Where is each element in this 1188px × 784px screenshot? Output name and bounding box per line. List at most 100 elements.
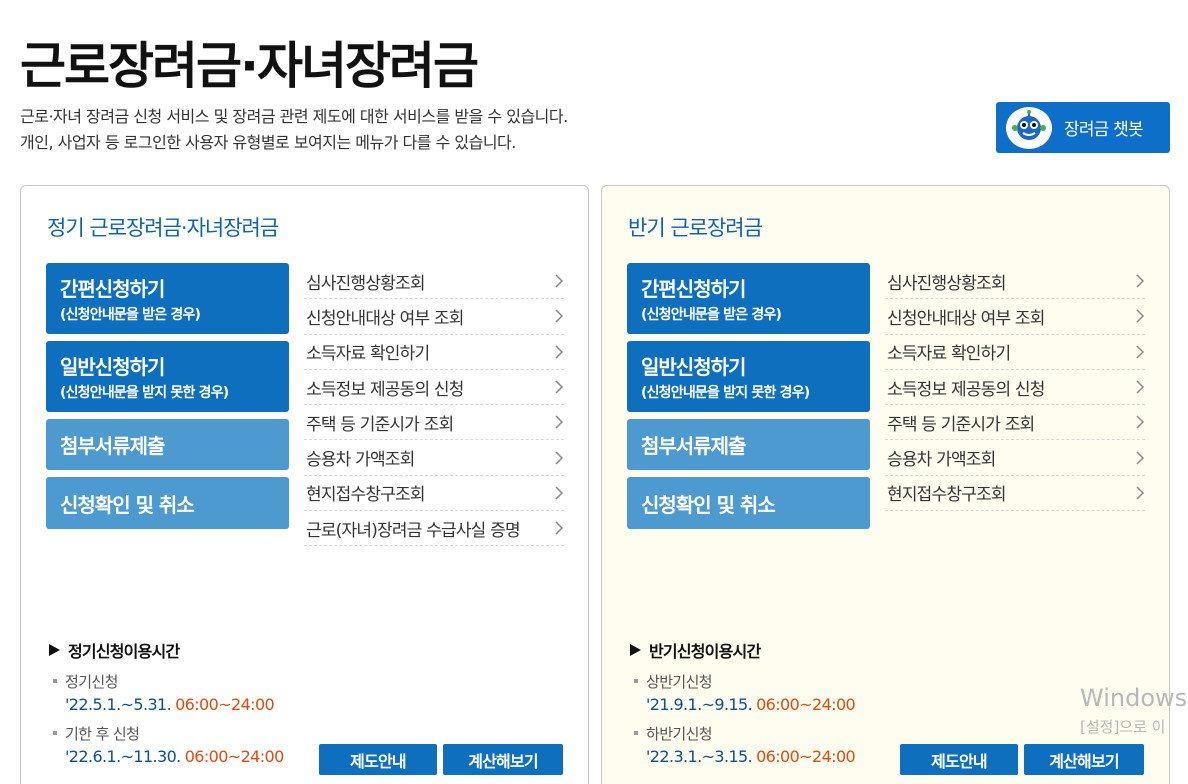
quick-links-list: 심사진행상황조회 신청안내대상 여부 조회 소득자료 확인하기 소득정보 제공동… (304, 264, 564, 547)
link-item[interactable]: 심사진행상황조회 (885, 264, 1145, 300)
calculate-button[interactable]: 계산해보기 (1024, 744, 1144, 775)
button-sub-label: (신청안내문을 받지 못한 경우) (60, 385, 229, 401)
chevron-right-icon (555, 521, 564, 535)
button-sub-label: (신청안내문을 받은 경우) (641, 307, 782, 323)
square-bullet-icon (634, 679, 638, 683)
panel-title: 정기 근로장려금·자녀장려금 (47, 216, 279, 240)
period-value: '22.5.1.~5.31. 06:00~24:00 (53, 692, 284, 722)
period-label-text: 상반기신청 (646, 672, 713, 691)
period-value: '21.9.1.~9.15. 06:00~24:00 (634, 692, 856, 722)
general-apply-button[interactable]: 일반신청하기 (신청안내문을 받지 못한 경우) (627, 341, 870, 412)
period-label-text: 하반기신청 (646, 724, 713, 743)
page-description: 근로·자녀 장려금 신청 서비스 및 장려금 관련 제도에 대한 서비스를 받을… (20, 104, 568, 156)
chevron-right-icon (555, 274, 564, 288)
chevron-right-icon (1136, 451, 1145, 465)
chevron-right-icon (555, 309, 564, 323)
quick-links-list: 심사진행상황조회 신청안내대상 여부 조회 소득자료 확인하기 소득정보 제공동… (885, 264, 1145, 512)
general-apply-button[interactable]: 일반신청하기 (신청안내문을 받지 못한 경우) (46, 341, 289, 412)
usage-time-label: 반기신청이용시간 (649, 642, 761, 661)
link-item[interactable]: 승용차 가액조회 (304, 440, 564, 476)
link-item[interactable]: 심사진행상황조회 (304, 264, 564, 300)
period-hours: 06:00~24:00 (756, 747, 856, 766)
triangle-bullet-icon (49, 644, 60, 656)
link-item[interactable]: 신청안내대상 여부 조회 (885, 299, 1145, 335)
simple-apply-button[interactable]: 간편신청하기 (신청안내문을 받은 경우) (627, 263, 870, 334)
period-date: '21.9.1.~9.15. (646, 695, 753, 714)
chevron-right-icon (1136, 274, 1145, 288)
chevron-right-icon (1136, 380, 1145, 394)
chatbot-button[interactable]: 장려금 챗봇 (996, 102, 1170, 153)
period-hours: 06:00~24:00 (756, 695, 856, 714)
square-bullet-icon (634, 731, 638, 735)
link-label: 현지접수창구조회 (306, 485, 426, 506)
square-bullet-icon (53, 679, 57, 683)
link-label: 소득자료 확인하기 (887, 344, 1011, 365)
period-date: '22.5.1.~5.31. (65, 695, 172, 714)
link-label: 심사진행상황조회 (306, 273, 426, 294)
check-cancel-button[interactable]: 신청확인 및 취소 (46, 477, 289, 529)
button-sub-label: (신청안내문을 받은 경우) (60, 307, 201, 323)
link-item[interactable]: 소득자료 확인하기 (885, 335, 1145, 370)
period-label: 상반기신청 (634, 670, 855, 692)
button-main-label: 첨부서류제출 (641, 434, 746, 458)
period-date: '22.3.1.~3.15. (646, 747, 753, 766)
chevron-right-icon (555, 345, 564, 359)
chevron-right-icon (1136, 309, 1145, 323)
link-label: 주택 등 기준시가 조회 (887, 414, 1035, 435)
chevron-right-icon (1136, 486, 1145, 500)
link-item[interactable]: 소득정보 제공동의 신청 (304, 370, 564, 406)
period-label: 정기신청 (53, 670, 284, 692)
link-label: 소득정보 제공동의 신청 (306, 379, 464, 400)
button-main-label: 일반신청하기 (641, 355, 746, 379)
system-info-button[interactable]: 제도안내 (319, 744, 437, 775)
link-item[interactable]: 소득자료 확인하기 (304, 335, 564, 370)
button-main-label: 신청확인 및 취소 (641, 492, 776, 517)
windows-activation-watermark: Windows [설정]으로 이 (1080, 684, 1187, 737)
link-label: 신청안내대상 여부 조회 (887, 308, 1045, 329)
link-item[interactable]: 소득정보 제공동의 신청 (885, 370, 1145, 406)
link-item[interactable]: 근로(자녀)장려금 수급사실 증명 (304, 511, 564, 547)
button-main-label: 간편신청하기 (60, 277, 165, 301)
period-hours: 06:00~24:00 (184, 747, 285, 766)
link-label: 심사진행상황조회 (887, 273, 1007, 294)
link-item[interactable]: 현지접수창구조회 (885, 476, 1145, 512)
link-label: 주택 등 기준시가 조회 (306, 414, 454, 435)
link-item[interactable]: 현지접수창구조회 (304, 476, 564, 512)
link-label: 소득자료 확인하기 (306, 344, 430, 365)
check-cancel-button[interactable]: 신청확인 및 취소 (627, 477, 870, 529)
link-item[interactable]: 주택 등 기준시가 조회 (304, 405, 564, 441)
link-label: 소득정보 제공동의 신청 (887, 379, 1045, 400)
chevron-right-icon (555, 415, 564, 429)
simple-apply-button[interactable]: 간편신청하기 (신청안내문을 받은 경우) (46, 263, 289, 334)
button-main-label: 일반신청하기 (60, 355, 165, 379)
button-main-label: 첨부서류제출 (60, 434, 165, 458)
link-item[interactable]: 주택 등 기준시가 조회 (885, 405, 1145, 441)
description-line-2: 개인, 사업자 등 로그인한 사용자 유형별로 보여지는 메뉴가 다를 수 있습… (20, 133, 516, 152)
calculate-button[interactable]: 계산해보기 (443, 744, 563, 775)
chevron-right-icon (555, 380, 564, 394)
link-item[interactable]: 신청안내대상 여부 조회 (304, 299, 564, 335)
link-label: 승용차 가액조회 (306, 450, 415, 471)
panel-title: 반기 근로장려금 (628, 216, 763, 240)
usage-time-list: 상반기신청 '21.9.1.~9.15. 06:00~24:00 하반기신청 '2… (634, 670, 856, 774)
watermark-line-2: [설정]으로 이 (1080, 718, 1166, 736)
period-label-text: 기한 후 신청 (65, 724, 140, 743)
submit-documents-button[interactable]: 첨부서류제출 (46, 419, 289, 470)
chevron-right-icon (555, 451, 564, 465)
period-label-text: 정기신청 (65, 672, 118, 691)
link-item[interactable]: 승용차 가액조회 (885, 440, 1145, 476)
link-label: 현지접수창구조회 (887, 485, 1007, 506)
button-main-label: 신청확인 및 취소 (60, 492, 195, 517)
usage-time-title: 반기신청이용시간 (630, 638, 761, 662)
period-hours: 06:00~24:00 (175, 695, 275, 714)
chevron-right-icon (1136, 415, 1145, 429)
watermark-line-1: Windows (1080, 684, 1188, 712)
regular-incentive-panel: 정기 근로장려금·자녀장려금 간편신청하기 (신청안내문을 받은 경우) 일반신… (20, 185, 589, 784)
period-label: 하반기신청 (634, 722, 855, 744)
chevron-right-icon (555, 486, 564, 500)
period-date: '22.6.1.~11.30. (65, 747, 181, 766)
system-info-button[interactable]: 제도안내 (900, 744, 1018, 775)
submit-documents-button[interactable]: 첨부서류제출 (627, 419, 870, 470)
chatbot-robot-icon (1006, 106, 1052, 149)
period-value: '22.6.1.~11.30. 06:00~24:00 (53, 744, 284, 774)
